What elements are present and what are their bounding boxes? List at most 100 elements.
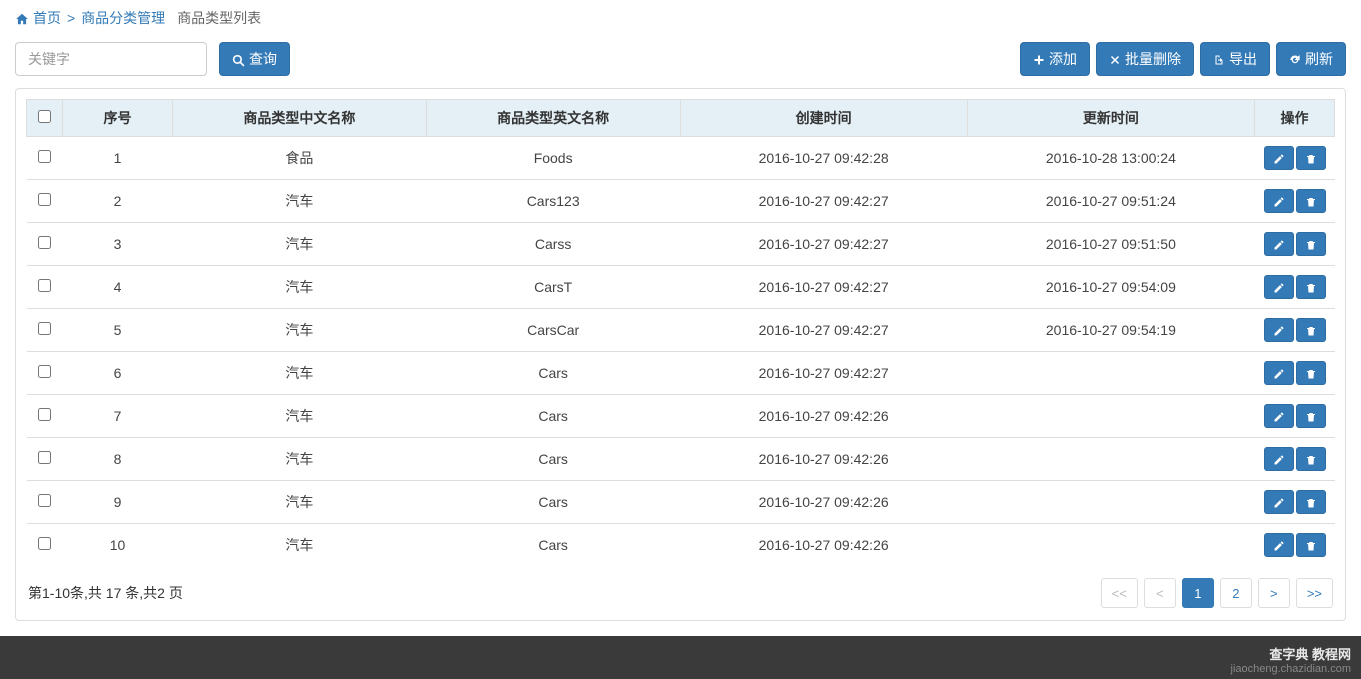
export-button-label: 导出 <box>1229 49 1257 69</box>
row-checkbox[interactable] <box>38 408 51 421</box>
row-checkbox[interactable] <box>38 236 51 249</box>
row-checkbox[interactable] <box>38 279 51 292</box>
cell-updated <box>967 481 1254 524</box>
cell-cn-name: 食品 <box>173 137 427 180</box>
trash-icon <box>1305 237 1317 251</box>
trash-icon <box>1305 151 1317 165</box>
row-checkbox[interactable] <box>38 451 51 464</box>
trash-icon <box>1305 495 1317 509</box>
edit-button[interactable] <box>1264 490 1294 514</box>
page-next[interactable]: > <box>1258 578 1290 608</box>
breadcrumb-section-link[interactable]: 商品分类管理 <box>81 8 165 28</box>
add-button-label: 添加 <box>1049 49 1077 69</box>
delete-button[interactable] <box>1296 404 1326 428</box>
delete-button[interactable] <box>1296 146 1326 170</box>
row-checkbox[interactable] <box>38 193 51 206</box>
cell-created: 2016-10-27 09:42:28 <box>680 137 967 180</box>
cell-created: 2016-10-27 09:42:27 <box>680 180 967 223</box>
table-row: 4汽车CarsT2016-10-27 09:42:272016-10-27 09… <box>27 266 1335 309</box>
toolbar-right: 添加 批量删除 导出 刷新 <box>1020 42 1346 76</box>
edit-icon <box>1273 452 1285 466</box>
edit-button[interactable] <box>1264 361 1294 385</box>
delete-button[interactable] <box>1296 447 1326 471</box>
batch-delete-button[interactable]: 批量删除 <box>1096 42 1194 76</box>
th-cn-name: 商品类型中文名称 <box>173 100 427 137</box>
watermark-title: 查字典 教程网 <box>0 644 1351 663</box>
table-row: 10汽车Cars2016-10-27 09:42:26 <box>27 524 1335 567</box>
th-ops: 操作 <box>1255 100 1335 137</box>
search-button-label: 查询 <box>249 49 277 69</box>
plus-icon <box>1033 51 1045 67</box>
cell-created: 2016-10-27 09:42:27 <box>680 223 967 266</box>
edit-button[interactable] <box>1264 275 1294 299</box>
cell-cn-name: 汽车 <box>173 180 427 223</box>
table-row: 5汽车CarsCar2016-10-27 09:42:272016-10-27 … <box>27 309 1335 352</box>
edit-icon <box>1273 538 1285 552</box>
edit-icon <box>1273 151 1285 165</box>
trash-icon <box>1305 366 1317 380</box>
delete-button[interactable] <box>1296 361 1326 385</box>
row-checkbox[interactable] <box>38 150 51 163</box>
cell-en-name: Foods <box>426 137 680 180</box>
table-row: 7汽车Cars2016-10-27 09:42:26 <box>27 395 1335 438</box>
edit-button[interactable] <box>1264 146 1294 170</box>
toolbar: 查询 添加 批量删除 导出 刷新 <box>0 36 1361 88</box>
cell-updated <box>967 524 1254 567</box>
breadcrumb-home-label: 首页 <box>33 8 61 28</box>
row-checkbox[interactable] <box>38 322 51 335</box>
page-2[interactable]: 2 <box>1220 578 1252 608</box>
cell-cn-name: 汽车 <box>173 481 427 524</box>
cell-created: 2016-10-27 09:42:27 <box>680 309 967 352</box>
breadcrumb-sep: > <box>67 10 75 26</box>
add-button[interactable]: 添加 <box>1020 42 1090 76</box>
toolbar-left: 查询 <box>15 42 290 76</box>
delete-button[interactable] <box>1296 189 1326 213</box>
edit-button[interactable] <box>1264 318 1294 342</box>
page-last[interactable]: >> <box>1296 578 1333 608</box>
export-button[interactable]: 导出 <box>1200 42 1270 76</box>
th-checkall <box>27 100 63 137</box>
cell-updated: 2016-10-27 09:51:24 <box>967 180 1254 223</box>
trash-icon <box>1305 452 1317 466</box>
edit-icon <box>1273 280 1285 294</box>
delete-button[interactable] <box>1296 533 1326 557</box>
cell-updated <box>967 352 1254 395</box>
search-button[interactable]: 查询 <box>219 42 290 76</box>
delete-button[interactable] <box>1296 318 1326 342</box>
row-checkbox[interactable] <box>38 537 51 550</box>
delete-button[interactable] <box>1296 490 1326 514</box>
edit-button[interactable] <box>1264 189 1294 213</box>
breadcrumb-current: 商品类型列表 <box>177 8 261 28</box>
edit-icon <box>1273 409 1285 423</box>
breadcrumb-home-link[interactable]: 首页 <box>15 8 61 28</box>
page-1[interactable]: 1 <box>1182 578 1214 608</box>
trash-icon <box>1305 323 1317 337</box>
edit-button[interactable] <box>1264 533 1294 557</box>
cell-updated: 2016-10-27 09:51:50 <box>967 223 1254 266</box>
row-checkbox[interactable] <box>38 494 51 507</box>
refresh-button[interactable]: 刷新 <box>1276 42 1346 76</box>
edit-button[interactable] <box>1264 404 1294 428</box>
cell-index: 2 <box>63 180 173 223</box>
cell-index: 4 <box>63 266 173 309</box>
refresh-icon <box>1289 51 1301 67</box>
th-index: 序号 <box>63 100 173 137</box>
cell-updated: 2016-10-27 09:54:09 <box>967 266 1254 309</box>
page-first[interactable]: << <box>1101 578 1138 608</box>
edit-icon <box>1273 194 1285 208</box>
edit-button[interactable] <box>1264 232 1294 256</box>
row-checkbox[interactable] <box>38 365 51 378</box>
cell-cn-name: 汽车 <box>173 395 427 438</box>
checkall-checkbox[interactable] <box>38 110 51 123</box>
edit-button[interactable] <box>1264 447 1294 471</box>
trash-icon <box>1305 409 1317 423</box>
page-prev[interactable]: < <box>1144 578 1176 608</box>
delete-button[interactable] <box>1296 275 1326 299</box>
cell-index: 10 <box>63 524 173 567</box>
watermark-url: jiaocheng.chazidian.com <box>0 663 1351 675</box>
th-updated: 更新时间 <box>967 100 1254 137</box>
delete-button[interactable] <box>1296 232 1326 256</box>
table-row: 9汽车Cars2016-10-27 09:42:26 <box>27 481 1335 524</box>
search-input[interactable] <box>15 42 207 76</box>
cell-en-name: Cars <box>426 524 680 567</box>
